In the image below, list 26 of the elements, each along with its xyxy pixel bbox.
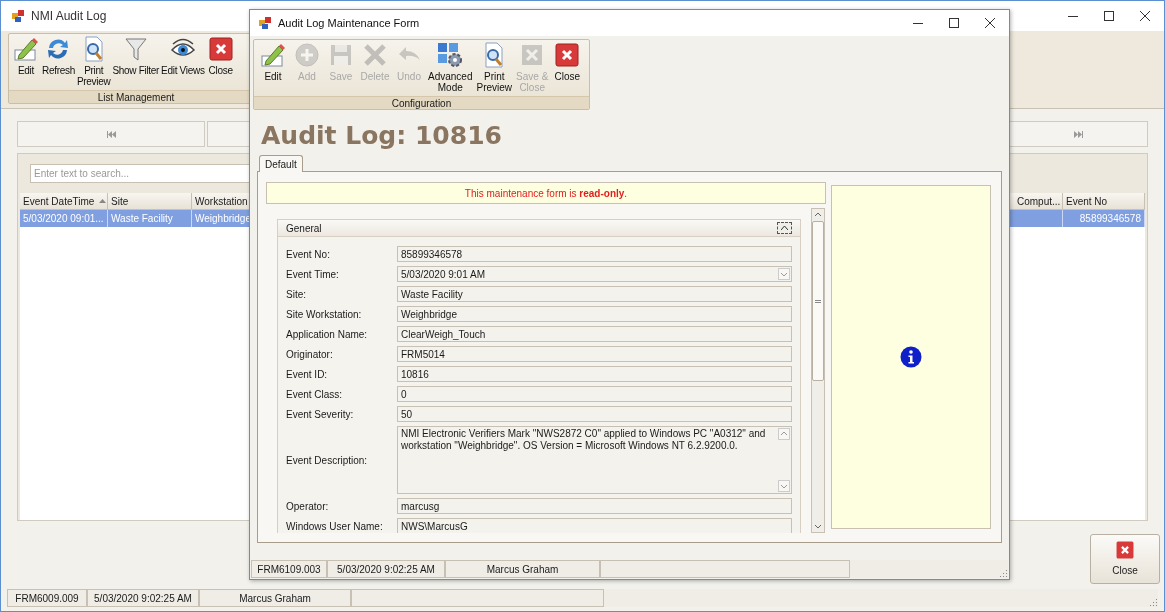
field-label: Event Time: [285,267,340,282]
status-text: 5/03/2020 9:02:25 AM [327,560,445,578]
field-label: Event Class: [285,387,344,402]
status-text: Marcus Graham [445,560,600,578]
window-title: NMI Audit Log [31,8,107,25]
field-label: Event No: [285,247,331,262]
field-label: Event Description: [285,453,369,468]
field-label: Operator: [285,499,330,514]
window-title: Audit Log Maintenance Form [278,15,420,31]
table-cell: 5/03/2020 09:01... [20,210,108,227]
read-only-notice: This maintenance form is read-only. [266,182,826,204]
field-label: Application Name: [285,327,369,342]
field-label: Windows User Name: [285,519,384,533]
table-cell: 85899346578 [1063,210,1145,227]
status-text: Marcus Graham [199,589,351,607]
field-label: Originator: [285,347,334,362]
status-text: 5/03/2020 9:02:25 AM [87,589,199,607]
status-text: FRM6009.009 [7,589,87,607]
field-label: Event ID: [285,367,329,382]
field-label: Site Workstation: [285,307,363,322]
field-label: Site: [285,287,307,302]
table-cell: Waste Facility [108,210,192,227]
status-text: FRM6109.003 [251,560,327,578]
group-label: Configuration [254,96,589,109]
record-heading: Audit Log: 10816 [260,121,503,151]
field-label: Event Severity: [285,407,355,422]
